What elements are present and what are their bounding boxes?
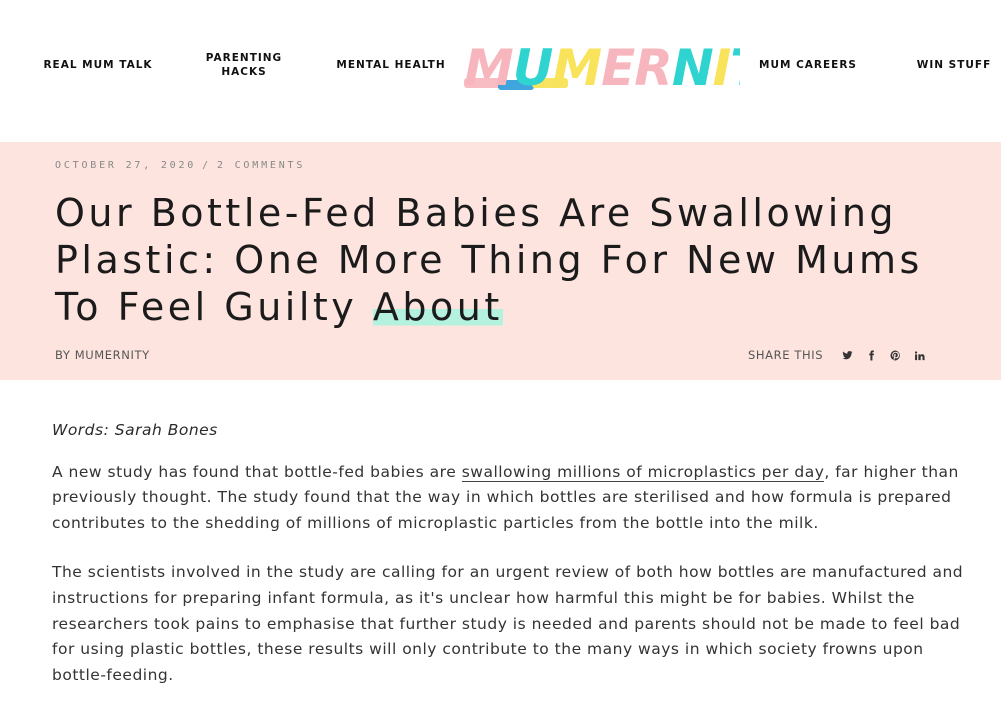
share-label: SHARE THIS: [748, 348, 824, 362]
byline-prefix: BY: [55, 348, 75, 362]
nav-mental-health[interactable]: MENTAL HEALTH: [330, 58, 452, 72]
post-title-highlight: About: [372, 285, 503, 329]
post-meta: October 27, 2020 / 2 Comments: [55, 160, 305, 171]
linkedin-icon[interactable]: [913, 349, 925, 361]
article-credit: Words: Sarah Bones: [52, 421, 218, 439]
facebook-icon[interactable]: [865, 349, 877, 361]
article-body: Words: Sarah Bones A new study has found…: [52, 418, 972, 705]
byline: BY MUMERNITY: [55, 348, 150, 362]
post-hero: October 27, 2020 / 2 Comments Our Bottle-F…: [0, 142, 1001, 380]
post-date: October 27, 2020: [55, 160, 197, 171]
comments-link[interactable]: 2 Comments: [217, 160, 305, 171]
nav-parenting-hacks[interactable]: PARENTING HACKS: [196, 51, 292, 79]
study-link[interactable]: swallowing millions of microplastics per…: [461, 462, 825, 482]
site-logo[interactable]: MUMERNITY: [460, 30, 805, 102]
article-paragraph-1: A new study has found that bottle-fed ba…: [52, 460, 972, 537]
nav-real-mum-talk[interactable]: REAL MUM TALK: [40, 58, 156, 72]
meta-separator: /: [202, 160, 211, 171]
author-link[interactable]: MUMERNITY: [75, 348, 150, 362]
article-paragraph-2: The scientists involved in the study are…: [52, 563, 964, 684]
share-bar: SHARE THIS: [748, 348, 937, 362]
site-header: REAL MUM TALK PARENTING HACKS MENTAL HEA…: [0, 0, 1001, 142]
post-title: Our Bottle-Fed Babies Are Swallowing Pla…: [55, 190, 955, 331]
nav-win-stuff[interactable]: WIN STUFF: [908, 58, 1000, 72]
nav-mum-careers[interactable]: MUM CAREERS: [752, 58, 864, 72]
twitter-icon[interactable]: [841, 349, 853, 361]
pinterest-icon[interactable]: [889, 349, 901, 361]
logo-wordmark: MUMERNITY: [464, 39, 805, 97]
logo-text: MUMERNITY: [464, 39, 740, 97]
paragraph-1-start: A new study has found that bottle-fed ba…: [52, 462, 462, 481]
